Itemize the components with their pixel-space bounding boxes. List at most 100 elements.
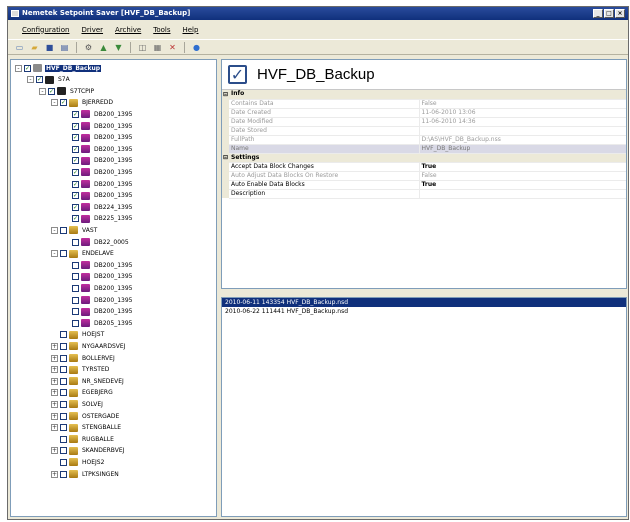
property-row[interactable]: Date Created 11-06-2010 13:06 [222,108,626,118]
tree-node[interactable]: ✓ DB200_1395 [63,109,133,119]
tree-node[interactable]: DB200_1395 [63,307,133,317]
tree-node-checkbox[interactable]: ✓ [72,180,79,188]
tree-node-checkbox[interactable]: ✓ [72,145,79,153]
tree-node[interactable]: ✓ DB200_1395 [63,144,133,154]
tree-node-checkbox[interactable]: ✓ [72,168,79,176]
tree-node-checkbox[interactable]: ✓ [72,203,79,211]
property-row[interactable]: Date Modified 11-06-2010 14:36 [222,117,626,127]
expand-icon[interactable]: + [51,342,58,350]
tree-node[interactable]: + OSTERGADE [51,411,120,421]
toolbar-compare-button[interactable]: ◫ [137,42,148,53]
tree-node[interactable]: DB200_1395 [63,260,133,270]
project-tree[interactable]: - ✓ HVF_DB_Backup - ✓ S7A - ✓ S7TCPIP - ✓ BJERREDD ✓… [10,59,217,517]
expand-icon[interactable]: + [51,400,58,408]
expand-icon[interactable]: + [51,470,58,478]
property-value[interactable] [419,189,626,199]
archive-file-item[interactable]: 2010-06-22 111441 HVF_DB_Backup.nsd [222,307,626,316]
tree-node[interactable]: + STENGBALLE [51,423,122,433]
property-value[interactable]: True [419,162,626,172]
toolbar-network-button[interactable]: ⚙ [83,42,94,53]
property-category[interactable]: ⊟ Info [222,90,626,100]
tree-node[interactable]: + NR_SNEDEVEJ [51,376,125,386]
tree-node-checkbox[interactable] [72,273,79,281]
tree-node[interactable]: + NYGAARDSVEJ [51,341,126,351]
tree-node[interactable]: + SKANDERBVEJ [51,446,125,456]
toolbar-properties-button[interactable]: ▦ [152,42,163,53]
menu-driver[interactable]: Driver [81,26,103,34]
tree-node-checkbox[interactable] [60,250,67,258]
tree-node[interactable]: + SOLVEJ [51,399,104,409]
collapse-icon[interactable]: - [15,64,22,72]
tree-node[interactable]: ✓ DB200_1395 [63,179,133,189]
maximize-button[interactable]: □ [604,9,614,18]
property-category[interactable]: ⊟ Settings [222,153,626,163]
tree-node[interactable]: - VAST [51,225,98,235]
collapse-icon[interactable]: - [51,250,58,258]
collapse-icon[interactable]: - [51,226,58,234]
tree-node[interactable]: ✓ DB200_1395 [63,133,133,143]
expand-icon[interactable]: + [51,354,58,362]
tree-node[interactable]: DB200_1395 [63,295,133,305]
tree-node[interactable]: DB205_1395 [63,318,133,328]
tree-node-checkbox[interactable]: ✓ [72,192,79,200]
toolbar-open-button[interactable]: ▰ [29,42,40,53]
tree-node-checkbox[interactable]: ✓ [72,134,79,142]
toolbar-save-all-button[interactable]: ▤ [59,42,70,53]
tree-node[interactable]: - ✓ BJERREDD [51,98,114,108]
minimize-button[interactable]: _ [593,9,603,18]
archive-file-item[interactable]: 2010-06-11 143354 HVF_DB_Backup.nsd [222,298,626,307]
tree-node-checkbox[interactable] [72,284,79,292]
tree-node[interactable]: - ENDELAVE [51,249,115,259]
tree-node[interactable]: + BOLLERVEJ [51,353,116,363]
tree-node-checkbox[interactable] [60,342,67,350]
tree-node[interactable]: HOEJST [51,330,105,340]
tree-node-checkbox[interactable] [60,377,67,385]
property-value[interactable]: True [419,180,626,190]
tree-node-checkbox[interactable] [60,470,67,478]
tree-node[interactable]: ✓ DB200_1395 [63,167,133,177]
tree-node[interactable]: ✓ DB225_1395 [63,214,133,224]
menu-configuration[interactable]: Configuration [22,26,69,34]
tree-node[interactable]: - ✓ S7TCPIP [39,86,95,96]
tree-node-checkbox[interactable] [72,238,79,246]
tree-node[interactable]: ✓ DB224_1395 [63,202,133,212]
tree-node[interactable]: ✓ DB200_1395 [63,121,133,131]
tree-node-checkbox[interactable] [60,354,67,362]
toolbar-save-button[interactable]: ■ [44,42,55,53]
tree-node-checkbox[interactable]: ✓ [72,215,79,223]
tree-node-checkbox[interactable] [72,319,79,327]
expand-icon[interactable]: + [51,412,58,420]
tree-node-checkbox[interactable]: ✓ [72,157,79,165]
collapse-icon[interactable]: - [27,76,34,84]
tree-node-checkbox[interactable]: ✓ [36,76,43,84]
tree-node-checkbox[interactable] [60,412,67,420]
tree-node-checkbox[interactable] [60,424,67,432]
tree-node[interactable]: + LTPKSINGEN [51,469,120,479]
property-row[interactable]: Auto Enable Data Blocks True [222,180,626,190]
category-collapse-icon[interactable]: ⊟ [222,153,229,162]
toolbar-upload-button[interactable]: ▲ [98,42,109,53]
tree-node[interactable]: ✓ DB200_1395 [63,191,133,201]
tree-node[interactable]: ✓ DB200_1395 [63,156,133,166]
expand-icon[interactable]: + [51,447,58,455]
menu-help[interactable]: Help [182,26,198,34]
tree-node-checkbox[interactable] [60,400,67,408]
toolbar-delete-button[interactable]: ✕ [167,42,178,53]
menu-tools[interactable]: Tools [153,26,170,34]
tree-node-checkbox[interactable] [60,458,67,466]
tree-node[interactable]: DB200_1395 [63,272,133,282]
property-row[interactable]: Contains Data False [222,99,626,109]
tree-node[interactable]: RUGBALLE [51,434,115,444]
tree-node[interactable]: HOEJS2 [51,457,105,467]
tree-node-checkbox[interactable]: ✓ [24,64,31,72]
tree-node-checkbox[interactable]: ✓ [48,87,55,95]
tree-node[interactable]: - ✓ HVF_DB_Backup [15,63,102,73]
category-collapse-icon[interactable]: ⊟ [222,90,229,99]
toolbar-download-button[interactable]: ▼ [113,42,124,53]
property-row[interactable]: Date Stored [222,126,626,136]
tree-node-checkbox[interactable] [60,366,67,374]
expand-icon[interactable]: + [51,389,58,397]
property-row[interactable]: Description [222,189,626,199]
tree-node[interactable]: - ✓ S7A [27,75,71,85]
tree-node-checkbox[interactable] [60,435,67,443]
